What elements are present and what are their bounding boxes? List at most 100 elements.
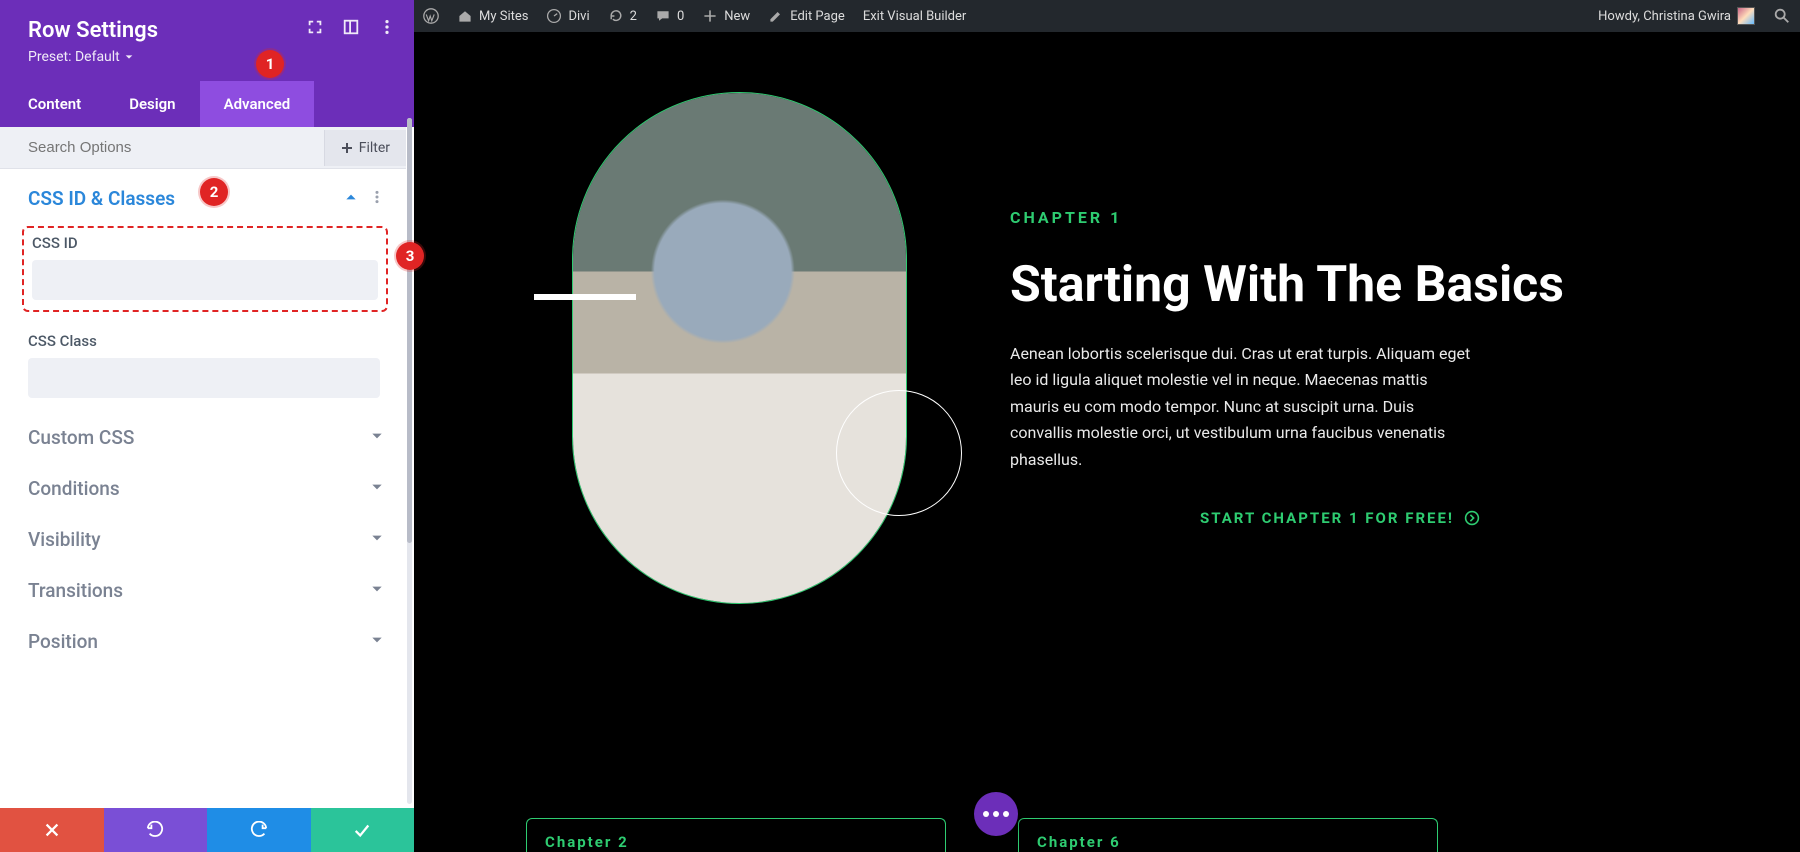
- hero-copy: CHAPTER 1 Starting With The Basics Aenea…: [1010, 208, 1740, 527]
- hero-body: Aenean lobortis scelerisque dui. Cras ut…: [1010, 341, 1480, 473]
- chevron-down-icon: [370, 581, 384, 600]
- section-menu-icon[interactable]: [370, 189, 384, 208]
- adminbar-search[interactable]: [1764, 0, 1800, 32]
- section-title: Transitions: [28, 579, 370, 602]
- section-title: Position: [28, 630, 370, 653]
- section-transitions: Transitions: [0, 561, 408, 612]
- comments-count: 0: [677, 9, 684, 24]
- howdy-user[interactable]: Howdy, Christina Gwira: [1589, 0, 1764, 32]
- pencil-icon: [768, 8, 784, 24]
- annotation-marker-2: 2: [200, 178, 228, 206]
- chevron-down-icon: [370, 479, 384, 498]
- page-preview: CHAPTER 1 Starting With The Basics Aenea…: [414, 32, 1800, 852]
- accent-line: [534, 294, 636, 300]
- my-sites-link[interactable]: My Sites: [448, 0, 537, 32]
- builder-fab[interactable]: [974, 792, 1018, 836]
- section-visibility: Visibility: [0, 510, 408, 561]
- search-input[interactable]: [0, 127, 324, 168]
- avatar: [1737, 7, 1755, 25]
- filter-button[interactable]: Filter: [324, 130, 406, 166]
- panel-header: Row Settings Preset: Default: [0, 0, 414, 81]
- section-title: Custom CSS: [28, 426, 370, 449]
- annotation-marker-1: 1: [256, 50, 284, 78]
- start-chapter-link[interactable]: START CHAPTER 1 FOR FREE!: [1010, 509, 1480, 527]
- section-css-id-classes: CSS ID & Classes CSS ID CSS Class: [0, 169, 408, 408]
- new-link[interactable]: New: [693, 0, 759, 32]
- section-title: Conditions: [28, 477, 370, 500]
- css-class-label: CSS Class: [28, 332, 380, 350]
- accent-circle: [836, 390, 962, 516]
- chevron-down-icon: [370, 530, 384, 549]
- comments-link[interactable]: 0: [646, 0, 693, 32]
- panel-footer: [0, 808, 414, 852]
- hero-image-frame: [572, 92, 907, 604]
- section-header-visibility[interactable]: Visibility: [0, 510, 408, 561]
- section-conditions: Conditions: [0, 459, 408, 510]
- panel-menu-icon[interactable]: [378, 18, 396, 40]
- css-class-input[interactable]: [28, 358, 380, 398]
- preset-dropdown[interactable]: Preset: Default: [28, 49, 394, 65]
- edit-page-label: Edit Page: [790, 9, 845, 24]
- search-icon: [1773, 7, 1791, 25]
- chapter-card[interactable]: Chapter 6: [1018, 818, 1438, 852]
- gauge-icon: [546, 8, 562, 24]
- card-title: Chapter 2: [545, 833, 629, 851]
- tab-design[interactable]: Design: [105, 81, 199, 127]
- caret-down-icon: [124, 52, 134, 62]
- section-title: CSS ID & Classes: [28, 187, 344, 210]
- panel-scrollbar[interactable]: [407, 118, 412, 804]
- new-label: New: [724, 9, 750, 24]
- home-icon: [457, 8, 473, 24]
- preset-label: Preset: Default: [28, 49, 120, 65]
- redo-button[interactable]: [207, 808, 311, 852]
- updates-link[interactable]: 2: [599, 0, 646, 32]
- section-custom-css: Custom CSS: [0, 408, 408, 459]
- chapter-card[interactable]: Chapter 2: [526, 818, 946, 852]
- snap-icon[interactable]: [342, 18, 360, 40]
- section-header-custom-css[interactable]: Custom CSS: [0, 408, 408, 459]
- css-class-field-block: CSS Class: [0, 322, 408, 408]
- row-settings-panel: Row Settings Preset: Default Content Des…: [0, 0, 414, 852]
- chevron-down-icon: [370, 632, 384, 651]
- wp-logo[interactable]: [414, 0, 448, 32]
- section-header-position[interactable]: Position: [0, 612, 408, 663]
- exit-visual-label: Exit Visual Builder: [863, 9, 966, 24]
- filter-label: Filter: [359, 140, 390, 156]
- my-sites-label: My Sites: [479, 9, 528, 24]
- divi-link[interactable]: Divi: [537, 0, 598, 32]
- hero-section: CHAPTER 1 Starting With The Basics Aenea…: [414, 32, 1800, 852]
- undo-button[interactable]: [104, 808, 208, 852]
- redo-icon: [250, 821, 268, 839]
- save-button[interactable]: [311, 808, 415, 852]
- section-title: Visibility: [28, 528, 370, 551]
- scrollbar-thumb[interactable]: [407, 118, 412, 543]
- dot-icon: [983, 811, 989, 817]
- search-row: Filter: [0, 127, 406, 169]
- section-header-transitions[interactable]: Transitions: [0, 561, 408, 612]
- tab-advanced[interactable]: Advanced: [200, 81, 315, 127]
- close-icon: [43, 821, 61, 839]
- updates-count: 2: [630, 9, 637, 24]
- hero-image: [573, 93, 906, 603]
- arrow-right-circle-icon: [1464, 510, 1480, 526]
- check-icon: [353, 821, 371, 839]
- css-id-field-block: CSS ID: [22, 226, 388, 312]
- cancel-button[interactable]: [0, 808, 104, 852]
- expand-icon[interactable]: [306, 18, 324, 40]
- css-id-label: CSS ID: [32, 234, 378, 252]
- dot-icon: [993, 811, 999, 817]
- wordpress-icon: [423, 8, 439, 24]
- chevron-down-icon: [370, 428, 384, 447]
- cta-label: START CHAPTER 1 FOR FREE!: [1200, 509, 1454, 527]
- edit-page-link[interactable]: Edit Page: [759, 0, 854, 32]
- hero-heading: Starting With The Basics: [1010, 255, 1740, 315]
- chevron-up-icon: [344, 189, 358, 208]
- exit-visual-builder[interactable]: Exit Visual Builder: [854, 0, 975, 32]
- plus-icon: [702, 8, 718, 24]
- section-header-conditions[interactable]: Conditions: [0, 459, 408, 510]
- css-id-input[interactable]: [32, 260, 378, 300]
- panel-scroll[interactable]: CSS ID & Classes CSS ID CSS Class Custom…: [0, 169, 408, 808]
- divi-label: Divi: [568, 9, 589, 24]
- comment-icon: [655, 8, 671, 24]
- tab-content[interactable]: Content: [0, 81, 105, 127]
